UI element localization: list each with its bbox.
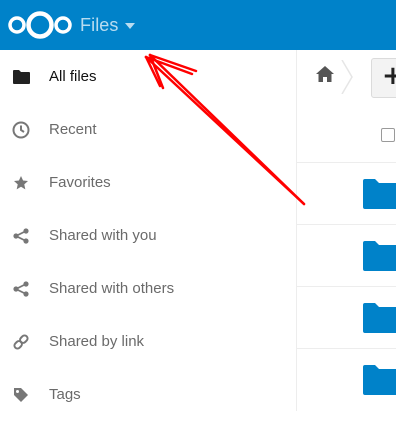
file-row[interactable]	[297, 225, 396, 286]
nextcloud-logo-icon[interactable]	[6, 9, 74, 41]
caret-down-icon	[124, 23, 135, 29]
nav-item-all-files[interactable]: All files	[0, 50, 296, 103]
nav-item-shared-with-you[interactable]: Shared with you	[0, 209, 296, 262]
nav-item-shared-by-link[interactable]: Shared by link	[0, 315, 296, 368]
nav-item-label: Tags	[49, 386, 81, 403]
home-icon[interactable]	[316, 66, 334, 82]
folder-icon	[363, 241, 396, 271]
app-title: Files	[80, 14, 119, 35]
nav-item-label: Shared by link	[49, 333, 145, 350]
tag-icon	[11, 385, 31, 405]
folder-icon	[11, 67, 31, 87]
folder-icon	[363, 365, 396, 395]
breadcrumb-separator-icon	[341, 60, 353, 94]
file-row[interactable]	[297, 163, 396, 224]
plus-icon: +	[382, 61, 396, 91]
nav-item-label: Shared with you	[49, 227, 157, 244]
file-list-area: +	[296, 50, 396, 411]
clock-icon	[11, 120, 31, 140]
nav-item-recent[interactable]: Recent	[0, 103, 296, 156]
nav-item-label: Shared with others	[49, 280, 175, 297]
nav-item-favorites[interactable]: Favorites	[0, 156, 296, 209]
nav-item-label: Favorites	[49, 174, 111, 191]
app-menu-toggle[interactable]: Files	[80, 0, 135, 50]
nav-item-tags[interactable]: Tags	[0, 368, 296, 421]
folder-icon	[363, 179, 396, 209]
star-icon	[11, 173, 31, 193]
app-navigation: All files Recent Favorites Shared with y…	[0, 50, 296, 411]
file-row[interactable]	[297, 287, 396, 348]
share-icon	[11, 279, 31, 299]
share-icon	[11, 226, 31, 246]
file-row[interactable]	[297, 349, 396, 410]
new-file-button[interactable]: +	[371, 58, 396, 98]
nav-item-shared-with-others[interactable]: Shared with others	[0, 262, 296, 315]
breadcrumb: +	[297, 50, 396, 102]
app-header: Files	[0, 0, 396, 50]
folder-icon	[363, 303, 396, 333]
nav-item-label: All files	[49, 68, 97, 85]
select-all-checkbox[interactable]	[381, 128, 395, 142]
link-icon	[11, 332, 31, 352]
nav-item-label: Recent	[49, 121, 97, 138]
